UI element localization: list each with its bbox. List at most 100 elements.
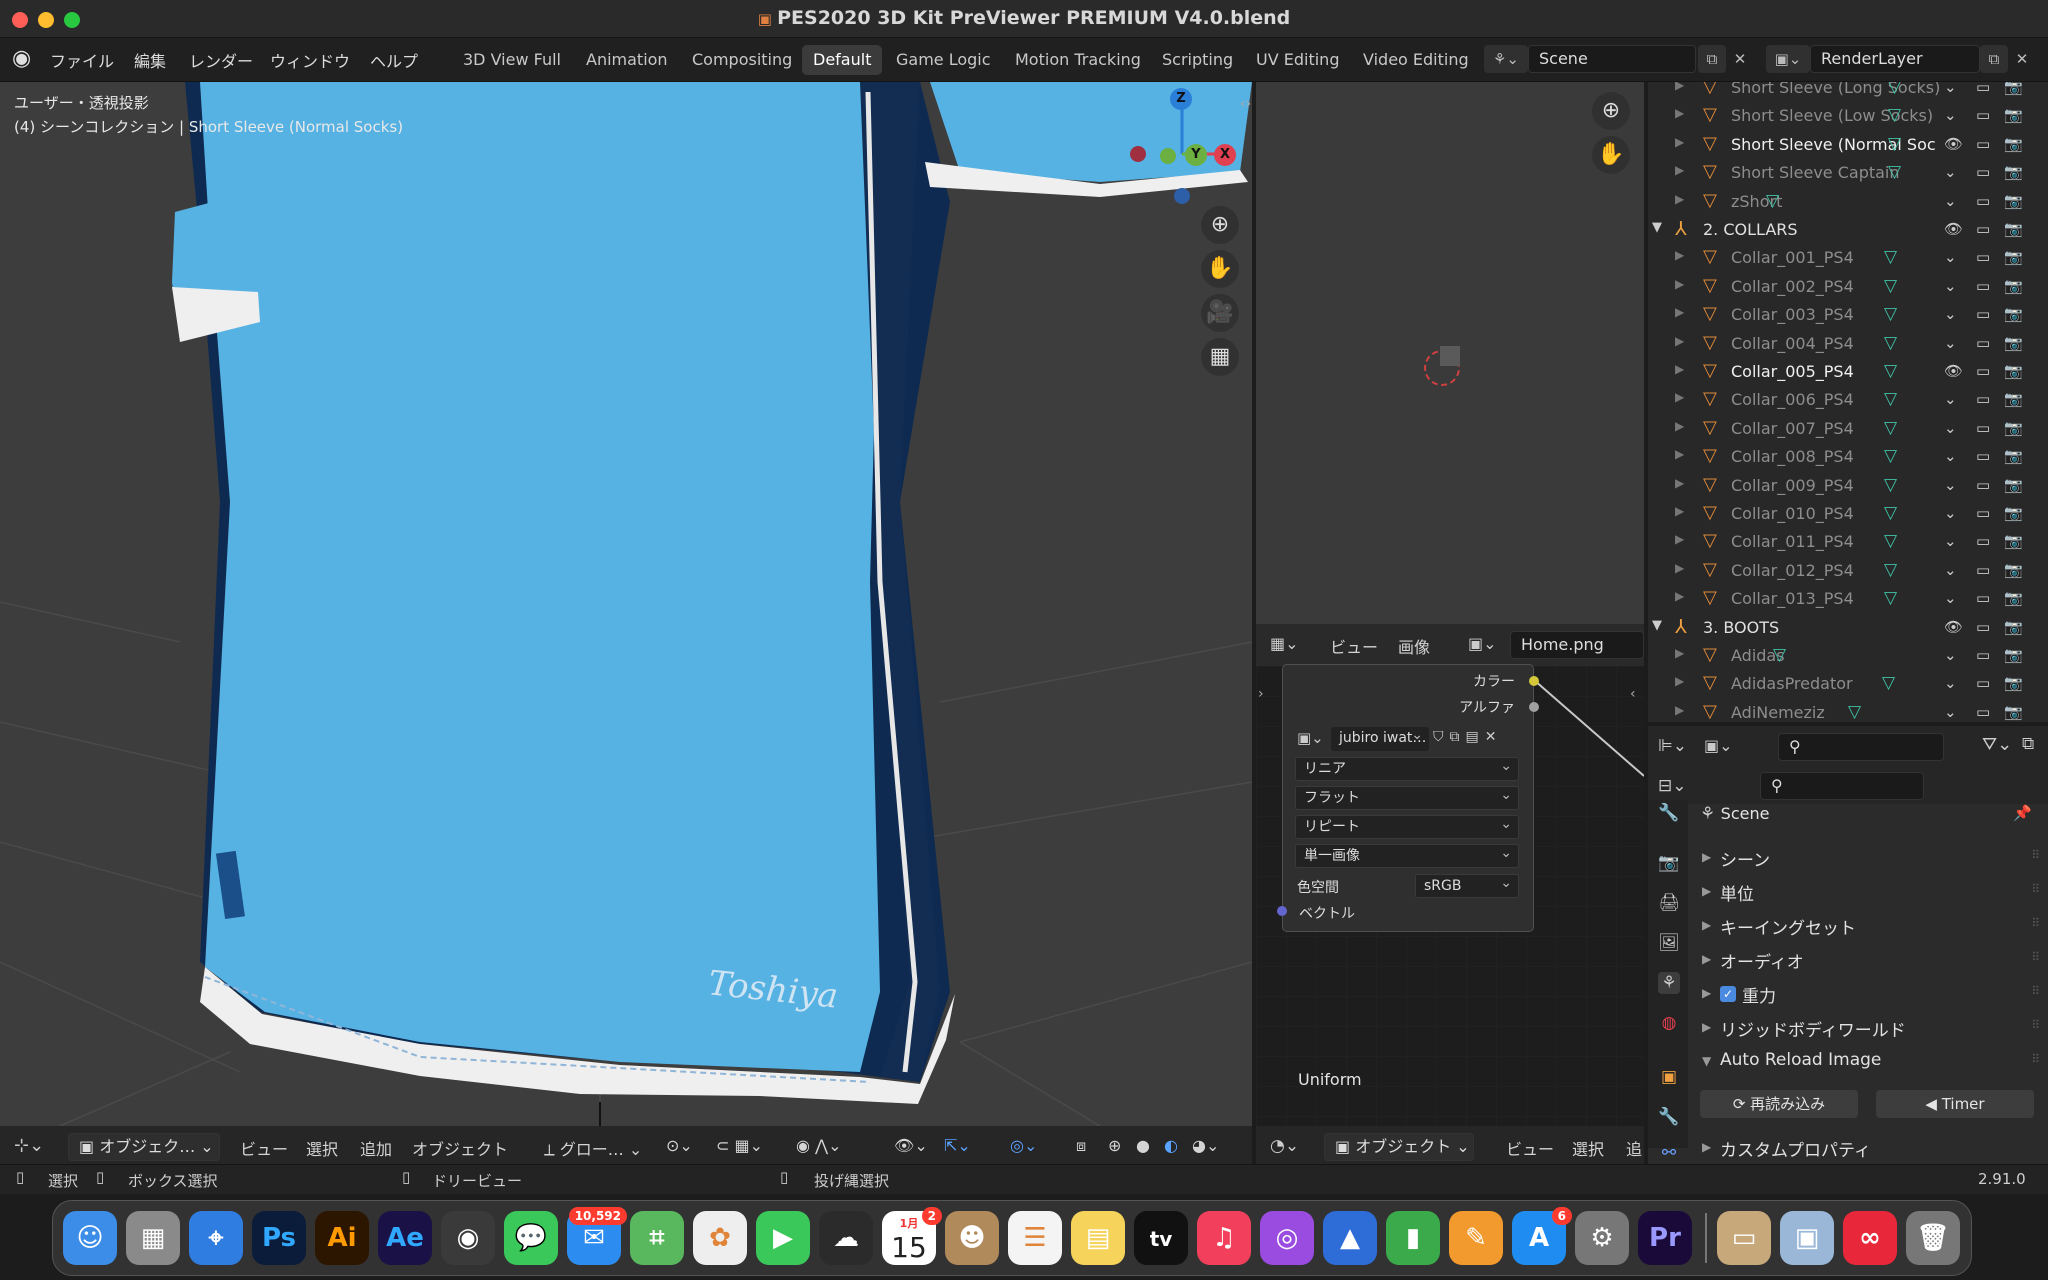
node-image-tools[interactable]: ⛉⧉▤✕ (1433, 729, 1502, 745)
pan-hand-icon[interactable]: ✋ (1201, 250, 1239, 288)
viewport-toggle-icon[interactable]: ▭ (1976, 135, 1990, 153)
outliner-object-row[interactable]: ▶ ▽ Collar_001_PS4 ▽ ⌄ ▭ 📷 (1648, 244, 2048, 272)
outliner-item-name[interactable]: Collar_013_PS4 (1731, 589, 1854, 608)
node-mode-dropdown[interactable]: ▣ オブジェクト ⌄ (1324, 1133, 1474, 1161)
keynote-dock-icon[interactable]: ▲ (1323, 1211, 1377, 1265)
render-tab-icon[interactable]: 📷 (1658, 852, 1680, 874)
render-toggle-icon[interactable]: 📷 (2004, 674, 2023, 692)
shading-solid-icon[interactable]: ● (1136, 1136, 1150, 1155)
eye-visible-icon[interactable]: 👁 (1944, 220, 1963, 238)
systemprefs-dock-icon[interactable]: ⚙ (1575, 1211, 1629, 1265)
mesh-data-icon[interactable]: ▽ (1882, 673, 1895, 693)
outliner-item-name[interactable]: Short Sleeve (Normal Soc (1731, 135, 1936, 154)
outliner-collection-row[interactable]: ▼ ⅄ 3. BOOTS 👁 ▭ 📷 (1648, 614, 2048, 642)
outliner-object-row[interactable]: ▶ ▽ Collar_009_PS4 ▽ ⌄ ▭ 📷 (1648, 472, 2048, 500)
premiere-dock-icon[interactable]: Pr (1638, 1211, 1692, 1265)
eye-hidden-icon[interactable]: ⌄ (1944, 106, 1957, 124)
outliner-object-row[interactable]: ▶ ▽ Collar_006_PS4 ▽ ⌄ ▭ 📷 (1648, 386, 2048, 414)
outliner-object-row[interactable]: ▶ ▽ AdiNemeziz ▽ ⌄ ▭ 📷 (1648, 699, 2048, 722)
section-auto-reload-image[interactable]: ▼ Auto Reload Image ⠿ (1688, 1046, 2048, 1078)
viewport-toggle-icon[interactable]: ▭ (1976, 277, 1990, 295)
appstore-dock-icon[interactable]: A6 (1512, 1207, 1572, 1265)
outliner-collection-row[interactable]: ▼ ⅄ 2. COLLARS 👁 ▭ 📷 (1648, 216, 2048, 244)
expand-arrow-icon[interactable]: ▶ (1675, 362, 1684, 376)
node-menu-select[interactable]: 選択 (1572, 1136, 1604, 1160)
gravity-checkbox[interactable]: ✓ (1720, 986, 1736, 1002)
outliner-object-row[interactable]: ▶ ▽ Collar_013_PS4 ▽ ⌄ ▭ 📷 (1648, 585, 2048, 613)
mesh-data-icon[interactable]: ▽ (1884, 276, 1897, 296)
appletv-dock-icon[interactable]: tv (1134, 1211, 1188, 1265)
scene-selector-button[interactable]: ⚘⌄ (1484, 45, 1528, 73)
mode-dropdown[interactable]: ▣ オブジェク… ⌄ (68, 1133, 220, 1161)
photoshop-dock-icon[interactable]: Ps (252, 1211, 306, 1265)
outliner-item-name[interactable]: 3. BOOTS (1703, 618, 1779, 637)
outliner-object-row[interactable]: ▶ ▽ zShort ▽ ⌄ ▭ 📷 (1648, 188, 2048, 216)
mesh-data-icon[interactable]: ▽ (1884, 475, 1897, 495)
eye-hidden-icon[interactable]: ⌄ (1944, 334, 1957, 352)
render-toggle-icon[interactable]: 📷 (2004, 703, 2023, 721)
render-toggle-icon[interactable]: 📷 (2004, 305, 2023, 323)
outliner[interactable]: ▶ ▽ Short Sleeve (Long Socks) ▽ ⌄ ▭ 📷 ▶ ▽ Short S… (1648, 82, 2048, 722)
files-dock-icon[interactable]: ▭ (1717, 1211, 1771, 1265)
expand-arrow-icon[interactable]: ▶ (1675, 135, 1684, 149)
eye-hidden-icon[interactable]: ⌄ (1944, 390, 1957, 408)
mesh-data-icon[interactable]: ▽ (1884, 333, 1897, 353)
render-toggle-icon[interactable]: 📷 (2004, 192, 2023, 210)
expand-arrow-icon[interactable]: ▼ (1652, 220, 1662, 235)
eye-hidden-icon[interactable]: ⌄ (1944, 82, 1957, 96)
view-layer-field[interactable]: RenderLayer (1810, 45, 1980, 73)
expand-arrow-icon[interactable]: ▶ (1675, 248, 1684, 262)
viewport-toggle-icon[interactable]: ▭ (1976, 646, 1990, 664)
viewport-toggle-icon[interactable]: ▭ (1976, 305, 1990, 323)
new-scene-icon[interactable]: ⧉ (1698, 45, 1726, 73)
viewport-toggle-icon[interactable]: ▭ (1976, 532, 1990, 550)
sidebar-toggle-icon[interactable]: ‹› (1240, 96, 1251, 112)
outliner-item-name[interactable]: 2. COLLARS (1703, 220, 1798, 239)
mesh-data-icon[interactable]: ▽ (1766, 191, 1779, 211)
properties-editor-type-icon[interactable]: ⊟⌄ (1658, 776, 1687, 796)
view-layer-tab-icon[interactable]: 🖼 (1658, 932, 1680, 954)
node-menu-add[interactable]: 追 (1626, 1136, 1642, 1160)
image-menu-view[interactable]: ビュー (1330, 634, 1378, 658)
viewport-menu-add[interactable]: 追加 (360, 1136, 392, 1160)
onedrive-dock-icon[interactable]: ☁ (819, 1211, 873, 1265)
launchpad-dock-icon[interactable]: ▦ (126, 1211, 180, 1265)
expand-arrow-icon[interactable]: ▶ (1675, 390, 1684, 404)
extension-dropdown[interactable]: リピート (1295, 813, 1519, 839)
expand-arrow-icon[interactable]: ▶ (1675, 674, 1684, 688)
render-toggle-icon[interactable]: 📷 (2004, 362, 2023, 380)
eye-hidden-icon[interactable]: ⌄ (1944, 419, 1957, 437)
outliner-object-row[interactable]: ▶ ▽ Collar_010_PS4 ▽ ⌄ ▭ 📷 (1648, 500, 2048, 528)
outliner-object-row[interactable]: ▶ ▽ Collar_005_PS4 ▽ 👁 ▭ 📷 (1648, 358, 2048, 386)
proportional-edit-icon[interactable]: ◉ ⋀⌄ (796, 1136, 842, 1155)
mail-dock-icon[interactable]: ✉ 10,592 (567, 1207, 627, 1265)
vector-socket[interactable] (1277, 906, 1287, 916)
mesh-data-icon[interactable]: ▽ (1848, 702, 1861, 722)
eye-hidden-icon[interactable]: ⌄ (1944, 163, 1957, 181)
outliner-item-name[interactable]: Collar_006_PS4 (1731, 390, 1854, 409)
expand-arrow-icon[interactable]: ▶ (1675, 532, 1684, 546)
render-toggle-icon[interactable]: 📷 (2004, 334, 2023, 352)
reload-button[interactable]: ⟳ 再読み込み (1700, 1090, 1858, 1118)
expand-arrow-icon[interactable]: ▶ (1675, 561, 1684, 575)
viewport-toggle-icon[interactable]: ▭ (1976, 674, 1990, 692)
trash-dock-icon[interactable]: 🗑 (1906, 1211, 1960, 1265)
eye-visible-icon[interactable]: 👁 (1944, 362, 1963, 380)
podcasts-dock-icon[interactable]: ◎ (1260, 1211, 1314, 1265)
eye-hidden-icon[interactable]: ⌄ (1944, 277, 1957, 295)
gizmo-z-label[interactable]: Z (1170, 88, 1192, 110)
section-custom-properties[interactable]: ▶ カスタムプロパティ (1688, 1132, 2048, 1164)
viewport-toggle-icon[interactable]: ▭ (1976, 419, 1990, 437)
outliner-object-row[interactable]: ▶ ▽ Adidas ▽ ⌄ ▭ 📷 (1648, 642, 2048, 670)
viewport-toggle-icon[interactable]: ▭ (1976, 106, 1990, 124)
outliner-object-row[interactable]: ▶ ▽ Collar_003_PS4 ▽ ⌄ ▭ 📷 (1648, 301, 2048, 329)
eye-hidden-icon[interactable]: ⌄ (1944, 447, 1957, 465)
pages-dock-icon[interactable]: ✎ (1449, 1211, 1503, 1265)
orientation-dropdown[interactable]: ⟂ グロー… ⌄ (544, 1136, 642, 1160)
safari-dock-icon[interactable]: ⌖ (189, 1211, 243, 1265)
eye-hidden-icon[interactable]: ⌄ (1944, 305, 1957, 323)
mesh-data-icon[interactable]: ▽ (1884, 389, 1897, 409)
render-toggle-icon[interactable]: 📷 (2004, 447, 2023, 465)
expand-arrow-icon[interactable]: ▶ (1675, 305, 1684, 319)
tab-motion-tracking[interactable]: Motion Tracking (1004, 45, 1152, 75)
